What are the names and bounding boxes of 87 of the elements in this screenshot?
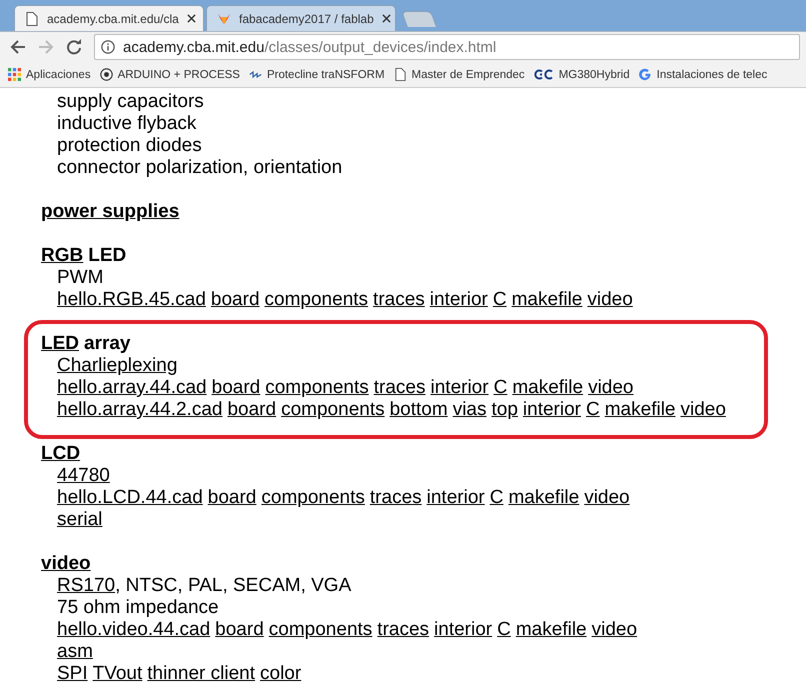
text: protection diodes xyxy=(57,135,202,156)
bookmark[interactable]: Aplicaciones xyxy=(8,68,91,81)
link[interactable]: video xyxy=(680,399,726,420)
reload-icon[interactable] xyxy=(66,39,82,55)
link[interactable]: C xyxy=(494,377,508,398)
link[interactable]: traces xyxy=(370,487,422,508)
link[interactable]: C xyxy=(490,487,504,508)
link[interactable]: C xyxy=(492,289,507,310)
close-icon[interactable] xyxy=(382,14,391,23)
link[interactable]: traces xyxy=(374,377,426,398)
link[interactable]: board xyxy=(210,289,260,310)
link[interactable]: makefile xyxy=(604,399,676,420)
link[interactable]: hello.array.44.cad xyxy=(57,377,207,398)
text: connector polarization, orientation xyxy=(57,157,342,178)
link[interactable]: makefile xyxy=(512,289,582,310)
text: , NTSC, PAL, SECAM, VGA xyxy=(115,575,352,596)
section-heading-link[interactable]: RGB xyxy=(41,245,84,266)
text: 75 ohm impedance xyxy=(57,597,219,618)
link[interactable]: makefile xyxy=(516,619,587,640)
link[interactable]: interior xyxy=(522,399,581,420)
link[interactable]: video xyxy=(584,487,630,508)
link[interactable]: vias xyxy=(452,399,486,420)
link[interactable]: video xyxy=(592,619,638,640)
link[interactable]: C xyxy=(497,619,511,640)
link[interactable]: thinner client xyxy=(147,663,256,684)
address-bar[interactable]: academy.cba.mit.edu/classes/output_devices/index.html xyxy=(94,34,800,60)
link[interactable]: C xyxy=(586,399,600,420)
link[interactable]: interior xyxy=(430,377,489,398)
browser-tab[interactable]: academy.cba.mit.edu/cla xyxy=(14,5,204,31)
link[interactable]: board xyxy=(208,487,256,508)
browser-tab[interactable]: fabacademy2017 / fablab xyxy=(206,5,396,31)
close-icon[interactable] xyxy=(186,14,196,23)
link[interactable]: Charlieplexing xyxy=(57,355,178,376)
text: PWM xyxy=(57,267,104,288)
link[interactable]: makefile xyxy=(508,487,580,508)
text: supply capacitors xyxy=(57,91,204,112)
link[interactable]: traces xyxy=(377,619,430,640)
bookmark[interactable]: Protecline traNSFORM xyxy=(248,68,385,81)
link[interactable]: RS170 xyxy=(57,575,116,596)
apps-grid-icon xyxy=(8,68,21,81)
link[interactable]: SPI xyxy=(57,663,88,684)
link[interactable]: board xyxy=(215,619,264,640)
link[interactable]: color xyxy=(260,663,302,684)
link[interactable]: video xyxy=(588,377,634,398)
bookmark[interactable]: Master de Emprendec xyxy=(394,68,525,81)
link[interactable]: hello.RGB.45.cad xyxy=(57,289,206,310)
section-heading-link[interactable]: LCD xyxy=(41,443,80,464)
info-icon xyxy=(101,40,115,54)
link[interactable]: interior xyxy=(434,619,492,640)
fox-icon xyxy=(217,12,231,26)
link[interactable]: components xyxy=(268,619,372,640)
link[interactable]: board xyxy=(212,377,260,398)
bookmark[interactable]: MG380Hybrid xyxy=(534,68,630,81)
wave-icon xyxy=(248,68,262,81)
link[interactable]: interior xyxy=(426,487,485,508)
section-heading-link[interactable]: video xyxy=(41,553,91,574)
link[interactable]: bottom xyxy=(390,399,448,420)
link[interactable]: board xyxy=(227,399,276,420)
link[interactable]: video xyxy=(587,289,633,310)
link[interactable]: serial xyxy=(57,509,102,530)
bookmark[interactable]: ARDUINO + PROCESS xyxy=(100,68,240,81)
link[interactable]: components xyxy=(264,289,368,310)
section-heading: array xyxy=(84,333,130,354)
page-icon xyxy=(394,68,407,81)
link[interactable]: makefile xyxy=(512,377,584,398)
link[interactable]: interior xyxy=(430,289,488,310)
link[interactable]: components xyxy=(265,377,369,398)
logo-icon xyxy=(534,68,554,81)
page-icon xyxy=(25,12,39,26)
link[interactable]: asm xyxy=(57,641,93,662)
back-arrow-icon[interactable] xyxy=(10,39,26,55)
link[interactable]: TVout xyxy=(92,663,142,684)
section-heading: LED xyxy=(88,245,126,266)
g-logo-icon xyxy=(638,68,652,81)
text: inductive flyback xyxy=(57,113,196,134)
link[interactable]: traces xyxy=(373,289,425,310)
link[interactable]: top xyxy=(492,399,518,420)
section-heading-link[interactable]: LED xyxy=(41,333,79,354)
link[interactable]: components xyxy=(261,487,365,508)
section-heading-link[interactable]: power supplies xyxy=(41,201,180,222)
circle-logo-icon xyxy=(100,68,113,81)
bookmark[interactable]: Instalaciones de telec xyxy=(638,68,768,81)
link[interactable]: 44780 xyxy=(57,465,110,486)
link[interactable]: components xyxy=(281,399,385,420)
link[interactable]: hello.array.44.2.cad xyxy=(57,399,222,420)
link[interactable]: hello.LCD.44.cad xyxy=(57,487,203,508)
link[interactable]: hello.video.44.cad xyxy=(57,619,210,640)
